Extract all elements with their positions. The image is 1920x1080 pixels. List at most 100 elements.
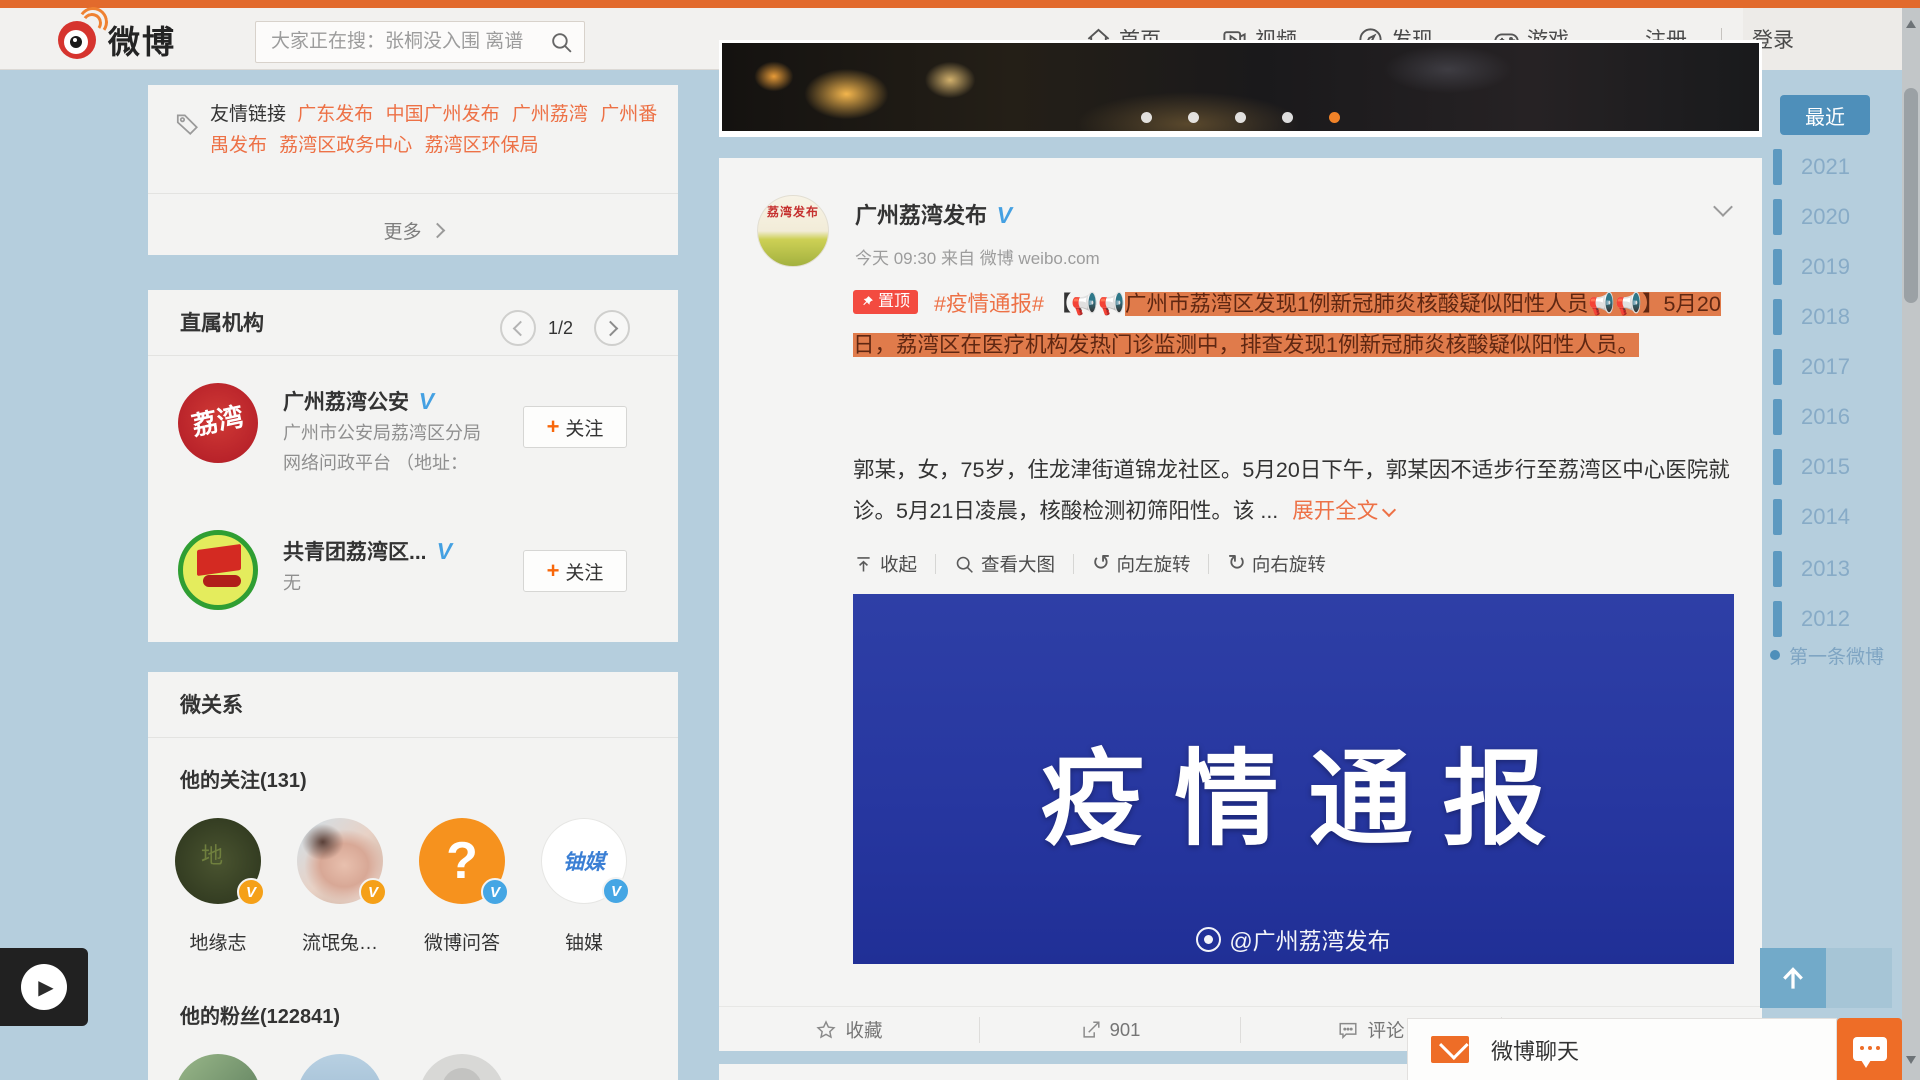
- verified-badge-icon: V: [995, 202, 1015, 229]
- friend-link[interactable]: 荔湾区环保局: [425, 135, 539, 156]
- year-tick: [1773, 349, 1782, 385]
- orgs-prev-button[interactable]: [500, 310, 536, 346]
- toolbar-label: 收起: [880, 551, 917, 577]
- pin-icon: [861, 295, 874, 308]
- following-label: 他的关注(131): [180, 764, 307, 793]
- year-tick: [1773, 601, 1782, 637]
- carousel-card: [719, 40, 1762, 137]
- carousel-dot-active[interactable]: [1329, 112, 1340, 123]
- fan-avatar[interactable]: [541, 1054, 627, 1080]
- friend-link[interactable]: 中国广州发布: [386, 104, 500, 125]
- relations-title: 微关系: [180, 689, 243, 719]
- org-avatar[interactable]: 荔湾: [178, 383, 258, 463]
- timeline-year[interactable]: 2016: [1773, 392, 1903, 442]
- chevron-right-icon: [602, 320, 618, 336]
- timeline-year[interactable]: 2015: [1773, 442, 1903, 492]
- carousel-dot[interactable]: [1188, 112, 1199, 123]
- post-author-avatar[interactable]: 荔湾发布: [757, 195, 829, 267]
- carousel-dot[interactable]: [1141, 112, 1152, 123]
- orgs-next-button[interactable]: [594, 310, 630, 346]
- post-collapse-button[interactable]: [1712, 196, 1734, 223]
- timeline-year[interactable]: 2019: [1773, 242, 1903, 292]
- secondary-corner-button[interactable]: [1826, 948, 1892, 1008]
- rotate-right-button[interactable]: ↻ 向右旋转: [1227, 551, 1325, 577]
- post-author-name[interactable]: 广州荔湾发布V: [855, 198, 1012, 230]
- page-scrollbar-thumb[interactable]: [1904, 88, 1918, 303]
- org-name[interactable]: 共青团荔湾区...V: [283, 536, 452, 566]
- hashtag-link[interactable]: #疫情通报#: [934, 292, 1044, 316]
- back-to-top-button[interactable]: [1760, 948, 1826, 1008]
- user-name: 地缘志: [163, 928, 273, 955]
- expand-label: 展开全文: [1292, 499, 1378, 523]
- image-watermark: @广州荔湾发布: [853, 922, 1734, 956]
- following-user[interactable]: V 流氓兔…: [285, 818, 395, 955]
- fan-avatar[interactable]: [175, 1054, 261, 1080]
- timeline-year[interactable]: 2013: [1773, 544, 1903, 594]
- fan-avatar[interactable]: [297, 1054, 383, 1080]
- plus-icon: +: [547, 560, 560, 582]
- divider: [148, 193, 678, 194]
- timeline-recent-button[interactable]: 最近: [1780, 95, 1870, 135]
- scrollbar-down-arrow-icon[interactable]: [1906, 1056, 1916, 1064]
- year-label: 2012: [1801, 606, 1850, 632]
- timeline-year[interactable]: 2020: [1773, 192, 1903, 242]
- follow-label: 关注: [565, 414, 603, 441]
- org-name[interactable]: 广州荔湾公安 V: [283, 386, 434, 416]
- year-label: 2018: [1801, 304, 1850, 330]
- following-user[interactable]: 铀媒V 铀媒: [529, 818, 639, 955]
- view-large-image-button[interactable]: 查看大图: [954, 551, 1055, 577]
- year-tick: [1773, 399, 1782, 435]
- carousel-dot[interactable]: [1235, 112, 1246, 123]
- org-name-text: 广州荔湾公安: [283, 391, 409, 414]
- divider: [148, 355, 678, 356]
- follow-button[interactable]: + 关注: [523, 550, 627, 592]
- weibo-chat-bar[interactable]: 微博聊天: [1407, 1018, 1837, 1080]
- friend-link[interactable]: 荔湾区政务中心: [279, 135, 412, 156]
- tag-icon: [174, 111, 200, 137]
- top-accent-bar: [0, 0, 1920, 8]
- carousel-dots: [719, 112, 1762, 123]
- follow-button[interactable]: + 关注: [523, 406, 627, 448]
- up-arrow-icon: [1778, 963, 1808, 993]
- chat-bubble-button[interactable]: [1837, 1018, 1902, 1080]
- friend-link[interactable]: 广州荔湾: [512, 104, 588, 125]
- collapse-up-icon: [853, 554, 874, 575]
- verified-badge-icon: V: [417, 388, 437, 415]
- more-button[interactable]: 更多: [148, 205, 678, 255]
- friend-link[interactable]: 广东发布: [297, 104, 373, 125]
- rotate-left-button[interactable]: ↺ 向左旋转: [1092, 551, 1190, 577]
- envelope-icon: [1431, 1036, 1469, 1063]
- year-label: 2014: [1801, 504, 1850, 530]
- favorite-button[interactable]: 收藏: [719, 1007, 979, 1052]
- user-name: 微博问答: [407, 928, 517, 955]
- search-icon[interactable]: [549, 30, 574, 55]
- post-image[interactable]: 疫情通报 @广州荔湾发布: [853, 594, 1734, 964]
- search-input[interactable]: [256, 22, 584, 62]
- org-avatar[interactable]: [178, 530, 258, 610]
- following-user[interactable]: 地V 地缘志: [163, 818, 273, 955]
- timeline-year[interactable]: 2021: [1773, 142, 1903, 192]
- timeline-year[interactable]: 2012: [1773, 594, 1903, 644]
- toolbar-divider: [1073, 554, 1074, 574]
- play-icon: ▶: [21, 964, 67, 1010]
- expand-full-text-link[interactable]: 展开全文: [1292, 499, 1394, 523]
- post-body: 郭某，女，75岁，住龙津街道锦龙社区。5月20日下午，郭某因不适步行至荔湾区中心…: [853, 450, 1745, 532]
- timeline-year[interactable]: 2017: [1773, 342, 1903, 392]
- user-avatar: ?V: [419, 818, 505, 904]
- watermark-text: @广州荔湾发布: [1229, 922, 1390, 956]
- carousel-dot[interactable]: [1282, 112, 1293, 123]
- cover-title: 疫情通报: [853, 714, 1734, 865]
- following-user[interactable]: ?V 微博问答: [407, 818, 517, 955]
- repost-button[interactable]: 901: [980, 1007, 1240, 1052]
- timeline-year[interactable]: 2018: [1773, 292, 1903, 342]
- weibo-page: 微博 首页 视频 发现 游戏 注册 登录 友情链接 广东发布: [0, 0, 1920, 1080]
- video-player-widget[interactable]: ▶: [0, 948, 88, 1026]
- collapse-image-button[interactable]: 收起: [853, 551, 917, 577]
- fan-avatar[interactable]: [419, 1054, 505, 1080]
- verified-badge-icon: V: [602, 877, 630, 905]
- chat-bubble-icon: [1853, 1037, 1887, 1061]
- weibo-logo[interactable]: 微博: [58, 18, 176, 62]
- timeline-year[interactable]: 2014: [1773, 492, 1903, 542]
- timeline-first-post[interactable]: 第一条微博: [1770, 638, 1915, 672]
- scrollbar-up-arrow-icon[interactable]: [1906, 20, 1916, 28]
